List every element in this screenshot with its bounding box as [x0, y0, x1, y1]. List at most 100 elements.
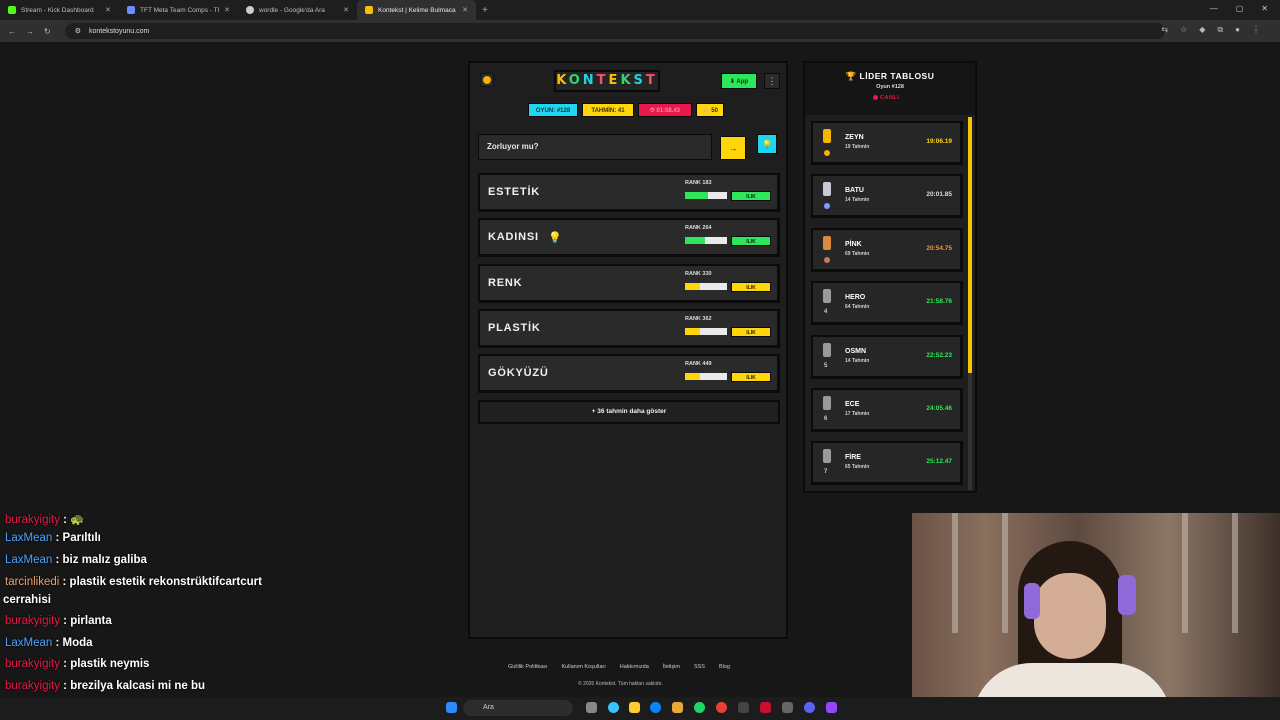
reload-icon[interactable]: ↻ — [44, 27, 51, 36]
footer-link[interactable]: İletişim — [663, 664, 680, 670]
chat-message: burakyigity : plastik neymis — [5, 658, 149, 670]
kontekst-logo[interactable]: KONTEKST — [554, 70, 660, 92]
guess-word-row[interactable]: PLASTİK RANK 362 ILIK — [478, 308, 780, 348]
footer-link[interactable]: Hakkımızda — [620, 664, 649, 670]
maximize-icon[interactable]: ▢ — [1236, 4, 1244, 13]
browser-extension-icons: ⇆ ☆ ◆ ⧉ ● ⋮ — [1161, 25, 1260, 35]
chat-text: : Parıltılı — [52, 532, 101, 544]
translate-icon[interactable]: ⇆ — [1161, 25, 1168, 35]
task-view-icon[interactable] — [586, 702, 597, 713]
guess-word: ESTETİK — [488, 186, 541, 198]
back-icon[interactable]: ← — [8, 27, 16, 36]
tab-title: Stream - Kick Dashboard — [21, 6, 94, 14]
tab-title: TFT Meta Team Comps - The B — [140, 6, 219, 14]
extension-icon[interactable]: ◆ — [1199, 25, 1205, 35]
app-icon[interactable] — [782, 702, 793, 713]
bookmark-star-icon[interactable]: ☆ — [1180, 25, 1187, 35]
close-tab-icon[interactable]: ✕ — [105, 6, 111, 14]
player-time: 20:01.85 — [926, 191, 952, 199]
rank-label: RANK 264 — [685, 225, 712, 232]
temperature-badge: ILIK — [731, 326, 771, 337]
minimize-icon[interactable]: — — [1210, 4, 1218, 13]
player-name: ECE — [845, 400, 860, 408]
close-tab-icon[interactable]: ✕ — [224, 6, 230, 14]
footer-link[interactable]: Gizlilik Politikası — [508, 664, 547, 670]
chat-username: burakyigity — [5, 615, 60, 627]
footer-link[interactable]: SSS — [694, 664, 705, 670]
chat-username: LaxMean — [5, 554, 53, 566]
footer-link[interactable]: Blog — [719, 664, 730, 670]
leaderboard-scrollbar[interactable] — [968, 117, 972, 490]
browser-tab-google[interactable]: wordle - Google'da Ara ✕ — [238, 0, 357, 20]
game-menu-button[interactable]: ⋮ — [764, 73, 780, 89]
temperature-badge: ILIK — [731, 236, 771, 247]
player-position: 4 — [824, 309, 828, 316]
windows-start-icon[interactable] — [446, 702, 457, 713]
guess-word-row[interactable]: ESTETİK RANK 183 ILIK — [478, 173, 780, 212]
player-name: BATU — [845, 187, 864, 195]
tab-title: wordle - Google'da Ara — [259, 6, 325, 14]
chat-message: LaxMean : Parıltılı — [5, 532, 101, 544]
player-guesses: 14 Tahmin — [845, 197, 870, 204]
browser-tab-tft[interactable]: TFT Meta Team Comps - The B ✕ — [119, 0, 238, 20]
show-more-guesses-button[interactable]: + 36 tahmin daha göster — [478, 400, 780, 424]
coin-button[interactable] — [480, 73, 494, 87]
medal-icon — [824, 150, 830, 156]
footer-link[interactable]: Kullanım Koşulları — [561, 664, 605, 670]
proximity-bar-fill — [685, 373, 701, 381]
taskbar-search[interactable]: Ara — [463, 700, 573, 716]
scrollbar-thumb[interactable] — [968, 117, 972, 373]
site-info-icon[interactable]: ⚙ — [75, 27, 81, 35]
guess-input[interactable]: Zorluyor mu? — [478, 134, 712, 160]
copilot-icon[interactable] — [608, 702, 619, 713]
app-icon[interactable] — [738, 702, 749, 713]
discord-icon[interactable] — [804, 702, 815, 713]
browser-tab-kontekst[interactable]: Kontekst | Kelime Bulmaca ve K ✕ — [357, 0, 476, 20]
live-indicator: CANLI — [873, 95, 899, 101]
player-guesses: 65 Tahmin — [845, 464, 870, 471]
proximity-bar — [685, 237, 727, 245]
spotify-icon[interactable] — [694, 702, 705, 713]
hint-button[interactable]: 💡 — [757, 134, 777, 154]
player-time: 21:58.76 — [926, 298, 952, 306]
edge-icon[interactable] — [650, 702, 661, 713]
guess-word-row[interactable]: GÖKYÜZÜ RANK 449 ILIK — [478, 354, 780, 394]
new-tab-icon[interactable]: + — [482, 5, 488, 16]
riot-icon[interactable] — [760, 702, 771, 713]
close-window-icon[interactable]: ✕ — [1261, 4, 1268, 13]
profile-icon[interactable]: ● — [1235, 25, 1240, 35]
puzzle-icon[interactable]: ⧉ — [1217, 25, 1223, 35]
obs-icon[interactable] — [826, 702, 837, 713]
app-download-button[interactable]: ⬇ App — [721, 73, 757, 89]
webcam-feed — [912, 513, 1280, 720]
medal-icon — [824, 203, 830, 210]
address-bar[interactable]: ⚙ kontekstoyunu.com — [64, 23, 1165, 39]
close-tab-icon[interactable]: ✕ — [343, 6, 349, 14]
guess-word-row[interactable]: RENK RANK 330 ILIK — [478, 263, 780, 303]
browser-menu-icon[interactable]: ⋮ — [1252, 25, 1260, 35]
player-position: 7 — [824, 469, 828, 476]
stream-chat-overlay: burakyigity : 🐢 LaxMean : Parıltılı LaxMea… — [0, 512, 300, 712]
temperature-badge: ILIK — [731, 372, 771, 383]
proximity-bar-fill — [685, 237, 706, 245]
player-guesses: 69 Tahmin — [845, 250, 870, 257]
player-figure-icon — [823, 235, 831, 250]
close-tab-icon[interactable]: ✕ — [462, 6, 468, 14]
hint-bulb-icon: 💡 — [548, 232, 563, 245]
guess-word-row[interactable]: KADINSI 💡 RANK 264 ILIK — [478, 218, 780, 258]
chat-message: LaxMean : Moda — [5, 637, 93, 649]
chat-message: LaxMean : biz malız galiba — [5, 554, 147, 566]
player-time: 20:54.75 — [926, 244, 952, 252]
leaderboard-entry: ZEYN 19 Tahmin 19:06.19 — [811, 121, 963, 165]
submit-guess-button[interactable]: → — [720, 136, 746, 160]
browser-tab-kick[interactable]: Stream - Kick Dashboard ✕ — [0, 0, 119, 20]
timer-badge: ⏱ 01:58.43 — [638, 103, 692, 117]
chat-username: burakyigity — [5, 680, 60, 692]
temperature-badge: ILIK — [731, 281, 771, 292]
file-explorer-icon[interactable] — [629, 702, 640, 713]
folder-icon[interactable] — [672, 702, 683, 713]
chrome-icon[interactable] — [716, 702, 727, 713]
forward-icon[interactable]: → — [26, 27, 34, 36]
guess-word: RENK — [488, 276, 523, 289]
player-figure-icon — [823, 395, 831, 410]
